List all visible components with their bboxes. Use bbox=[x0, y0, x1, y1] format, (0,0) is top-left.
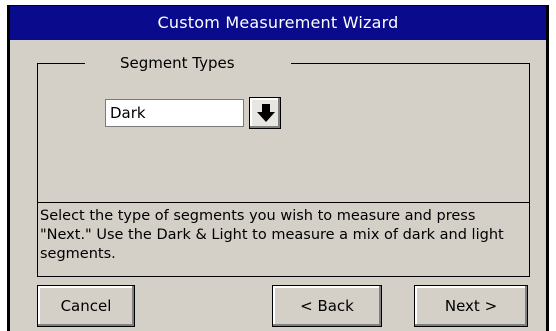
instructions-text: Select the type of segments you wish to … bbox=[37, 203, 530, 277]
arrow-down-icon bbox=[257, 104, 275, 122]
cancel-button[interactable]: Cancel bbox=[37, 285, 135, 327]
segment-types-group bbox=[37, 63, 530, 203]
dropdown-button[interactable] bbox=[249, 97, 281, 129]
group-title: Segment Types bbox=[120, 54, 235, 72]
wizard-content: Segment Types Dark Select the type of se… bbox=[10, 40, 546, 331]
next-button[interactable]: Next > bbox=[414, 285, 528, 327]
wizard-window: Custom Measurement Wizard Segment Types … bbox=[7, 5, 549, 331]
segment-type-select[interactable]: Dark bbox=[105, 99, 244, 127]
window-title: Custom Measurement Wizard bbox=[10, 6, 546, 40]
back-button[interactable]: < Back bbox=[272, 285, 382, 327]
